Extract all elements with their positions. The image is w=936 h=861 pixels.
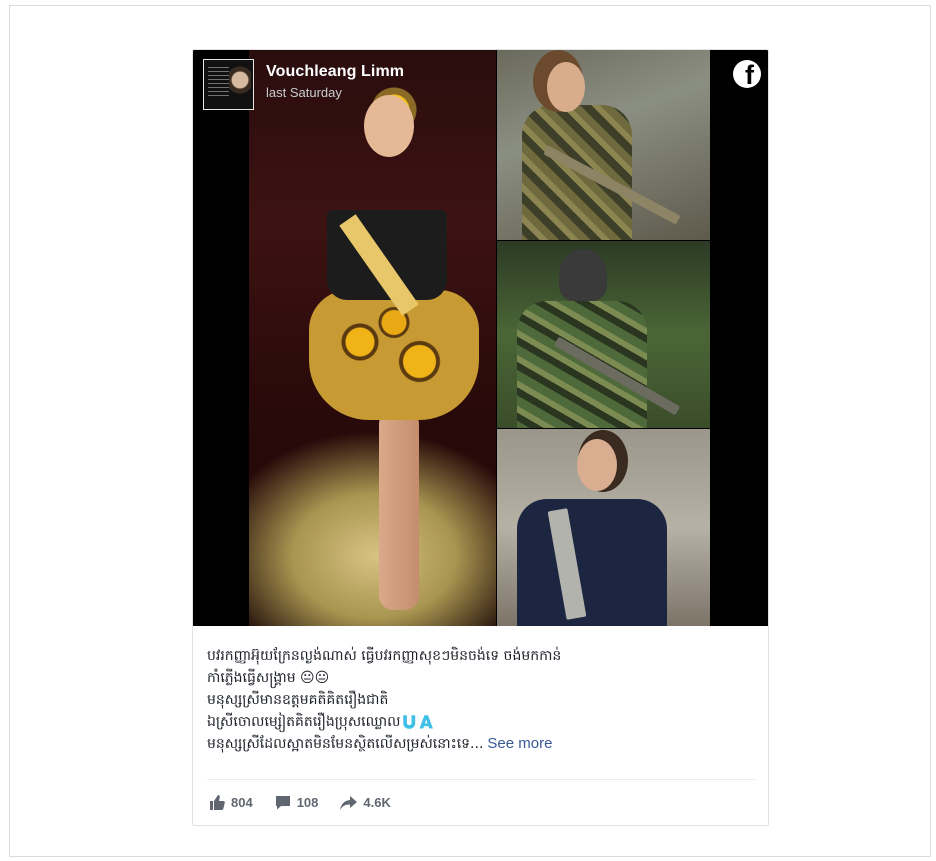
share-count-value: 4.6K [363, 795, 391, 810]
photo-soldier-camo-1[interactable] [497, 50, 710, 240]
comment-count[interactable]: 108 [275, 795, 319, 810]
comment-count-value: 108 [296, 795, 319, 810]
facebook-icon[interactable]: f [733, 60, 761, 88]
facebook-post-card: Vouchleang Limm last Saturday f បវរកញ្ញា… [192, 49, 769, 826]
see-more-link[interactable]: See more [487, 735, 552, 752]
post-text-line: មនុស្សស្រីមានឧត្តមគតិគិតរឿងជាតិ [207, 692, 389, 708]
like-icon [210, 795, 225, 810]
embed-frame: Vouchleang Limm last Saturday f បវរកញ្ញា… [9, 5, 931, 857]
post-text-line: ឯស្រីចោលម្សៀតគិតរឿងប្រុសឈ្លោល🇺🇦 [207, 714, 436, 730]
photo-soldier-helmet[interactable] [497, 241, 710, 428]
share-icon [340, 795, 358, 810]
like-count[interactable]: 804 [209, 795, 253, 810]
like-count-value: 804 [231, 795, 253, 810]
post-stats-bar: 804 108 4.6K [207, 779, 755, 825]
comment-icon [275, 796, 290, 810]
post-text-line: កាំភ្លើងធ្វើសង្គ្រាម 😐😐 [207, 670, 330, 686]
post-text-line: មនុស្សស្រីដែលស្អាតមិនមែនស្ថិតលើសម្រស់នោះ… [207, 736, 484, 752]
share-count[interactable]: 4.6K [340, 795, 391, 810]
post-text-line: បវរកញ្ញាអ៊ុយក្រែនល្ងង់ណាស់ ធ្វើបវរកញ្ញាស… [207, 648, 562, 664]
post-text-last-line: មនុស្សស្រីដែលស្អាតមិនមែនស្ថិតលើសម្រស់នោះ… [207, 733, 757, 755]
post-media[interactable]: Vouchleang Limm last Saturday f [193, 50, 768, 626]
avatar[interactable] [203, 59, 254, 110]
photo-pageant-dress[interactable] [249, 50, 496, 626]
photo-soldier-rifle[interactable] [497, 429, 710, 626]
post-text: បវរកញ្ញាអ៊ុយក្រែនល្ងង់ណាស់ ធ្វើបវរកញ្ញាស… [207, 645, 757, 755]
post-author[interactable]: Vouchleang Limm last Saturday [203, 59, 404, 110]
post-timestamp[interactable]: last Saturday [266, 85, 404, 100]
author-name[interactable]: Vouchleang Limm [266, 63, 404, 81]
